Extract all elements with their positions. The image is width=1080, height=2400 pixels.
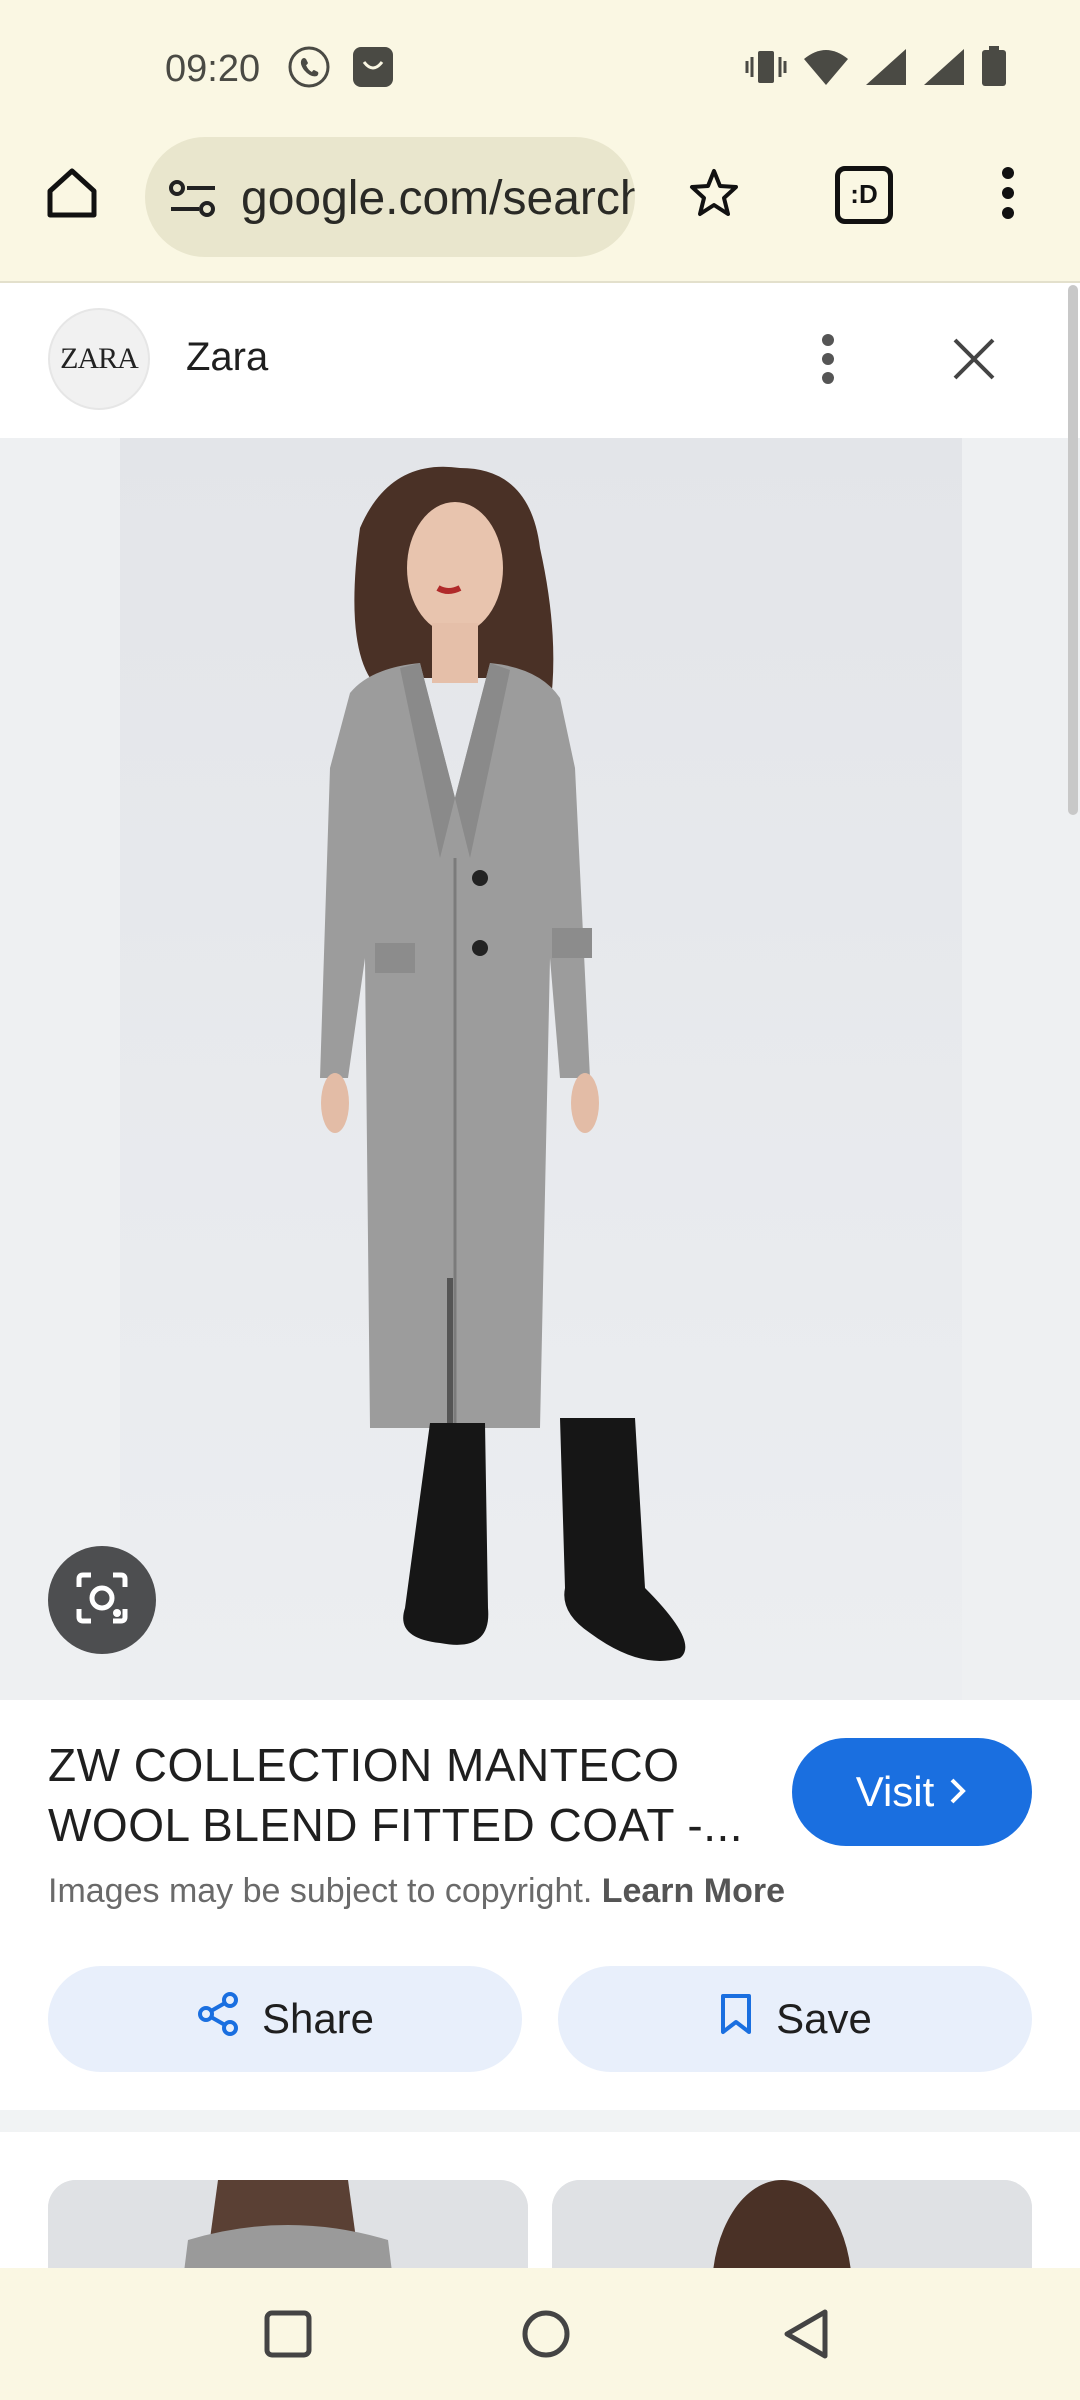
bookmark-star-icon	[686, 165, 742, 226]
chevron-right-icon	[948, 1768, 968, 1816]
address-bar[interactable]: google.com/search	[145, 137, 635, 257]
status-bar: 09:20	[0, 0, 1080, 135]
coat-photo-illustration	[120, 438, 962, 1700]
viber-icon	[286, 44, 332, 95]
copyright-text: Images may be subject to copyright.	[48, 1872, 593, 1910]
back-button[interactable]	[776, 2306, 836, 2366]
status-time: 09:20	[165, 48, 261, 90]
more-vert-icon	[1000, 165, 1016, 226]
copyright-notice: Images may be subject to copyright. Lear…	[48, 1872, 785, 1911]
store-icon	[350, 44, 396, 95]
browser-toolbar: google.com/search :D	[0, 135, 1080, 283]
tab-switcher-label: :D	[850, 179, 878, 209]
panel-more-button[interactable]	[800, 329, 856, 393]
product-title[interactable]: ZW COLLECTION MANTECO WOOL BLEND FITTED …	[48, 1735, 768, 1855]
home-button[interactable]	[36, 159, 108, 231]
result-panel-header: ZARA Zara	[0, 283, 1080, 438]
vibrate-icon	[744, 47, 788, 92]
visit-label: Visit	[855, 1768, 935, 1815]
site-logo[interactable]: ZARA	[48, 308, 150, 410]
signal-icon	[922, 47, 966, 92]
lens-icon	[73, 1569, 131, 1632]
bookmark-button[interactable]	[676, 157, 752, 233]
product-photo	[120, 438, 962, 1700]
close-icon	[951, 336, 997, 387]
battery-icon	[980, 46, 1008, 93]
page-scrollbar[interactable]	[1068, 285, 1078, 815]
visit-button[interactable]: Visit	[792, 1738, 1032, 1846]
site-name[interactable]: Zara	[186, 335, 268, 380]
share-icon	[196, 1992, 240, 2046]
share-label: Share	[261, 1995, 375, 2042]
site-logo-text: ZARA	[60, 342, 139, 375]
close-button[interactable]	[942, 329, 1006, 393]
product-image[interactable]	[0, 438, 1080, 1700]
section-divider	[0, 2110, 1080, 2132]
signal-icon	[864, 47, 908, 92]
recents-icon	[263, 2309, 313, 2364]
google-lens-button[interactable]	[48, 1546, 156, 1654]
tab-switcher-icon: :D	[835, 166, 893, 224]
share-button[interactable]: Share	[48, 1966, 522, 2072]
url-text: google.com/search	[241, 172, 635, 225]
save-button[interactable]: Save	[558, 1966, 1032, 2072]
recents-button[interactable]	[258, 2306, 318, 2366]
more-vert-icon	[821, 333, 835, 390]
wifi-icon	[802, 47, 850, 92]
back-triangle-icon	[781, 2308, 831, 2365]
home-icon	[42, 163, 102, 228]
more-menu-button[interactable]	[980, 157, 1036, 233]
site-settings-icon[interactable]	[167, 179, 219, 224]
system-nav-bar	[0, 2268, 1080, 2400]
save-label: Save	[776, 1995, 872, 2042]
learn-more-link[interactable]: Learn More	[602, 1872, 785, 1910]
home-circle-icon	[520, 2308, 572, 2365]
tab-switcher-button[interactable]: :D	[824, 157, 904, 233]
bookmark-icon	[718, 1992, 754, 2046]
home-nav-button[interactable]	[516, 2306, 576, 2366]
